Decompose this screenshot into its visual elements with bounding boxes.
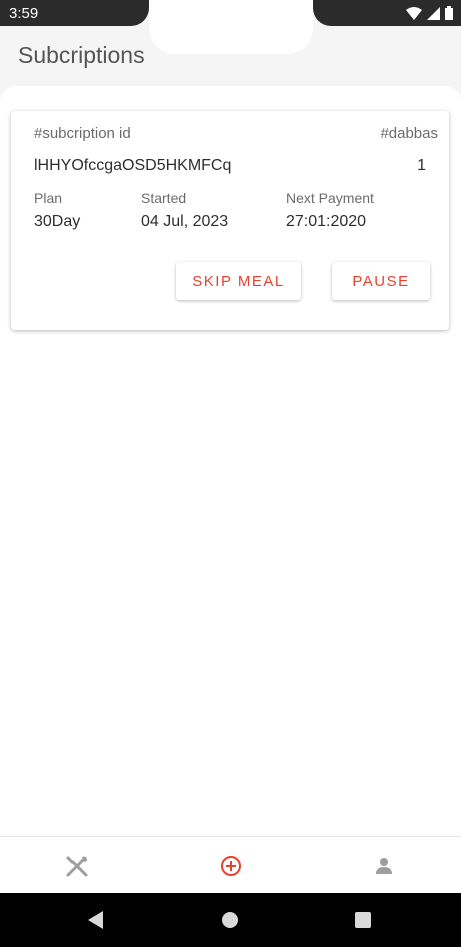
pause-button[interactable]: PAUSE: [332, 262, 430, 300]
utensils-icon: [66, 855, 88, 876]
next-payment-label: Next Payment: [286, 190, 374, 206]
nav-item-profile[interactable]: [307, 837, 461, 894]
skip-meal-button[interactable]: SKIP MEAL: [176, 262, 301, 300]
status-bar-left: 3:59: [0, 0, 149, 26]
battery-icon: [445, 6, 453, 20]
plan-label: Plan: [34, 190, 63, 206]
status-icons: [406, 6, 453, 20]
back-button[interactable]: [66, 893, 126, 947]
status-time: 3:59: [9, 5, 39, 22]
display-notch: [149, 0, 313, 54]
started-label: Started: [141, 190, 187, 206]
subscription-id-value: lHHYOfccgaOSD5HKMFCq: [34, 157, 232, 174]
person-icon: [376, 857, 392, 874]
nav-item-subscriptions[interactable]: [154, 837, 308, 894]
bottom-navigation: [0, 836, 461, 894]
recents-square-icon: [355, 912, 371, 928]
nav-item-meals[interactable]: [0, 837, 154, 894]
dabbas-value: 1: [417, 157, 426, 174]
home-circle-icon: [222, 912, 238, 928]
started-value: 04 Jul, 2023: [141, 213, 229, 230]
recents-button[interactable]: [333, 893, 393, 947]
add-circle-icon: [221, 855, 241, 876]
plan-value: 30Day: [34, 213, 81, 230]
subscription-id-label: #subcription id: [34, 125, 131, 142]
subscription-card[interactable]: #subcription id #dabbas lHHYOfccgaOSD5HK…: [11, 111, 449, 330]
status-bar-right: [313, 0, 461, 26]
next-payment-value: 27:01:2020: [286, 213, 367, 230]
page-title: Subcriptions: [18, 42, 145, 68]
back-triangle-icon: [88, 911, 103, 929]
system-navigation-bar: [0, 893, 461, 947]
home-button[interactable]: [200, 893, 260, 947]
dabbas-label: #dabbas: [380, 125, 438, 142]
signal-icon: [427, 6, 440, 20]
wifi-icon: [406, 6, 422, 20]
